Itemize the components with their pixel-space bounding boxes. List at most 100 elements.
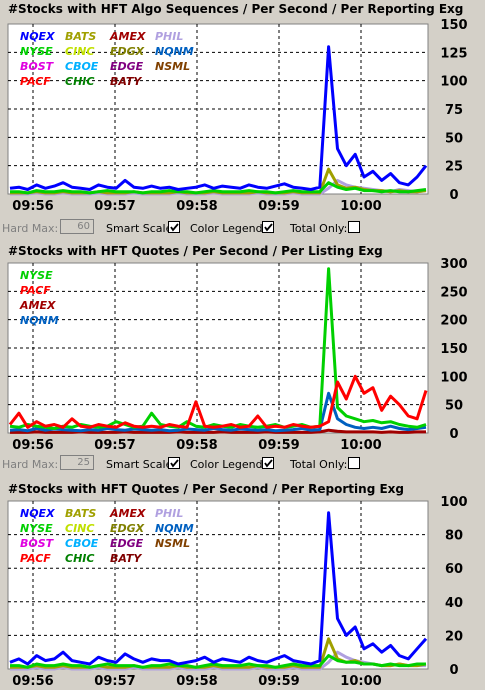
legend-item-nsml: NSML [155,537,190,550]
legend-item-nyse: NYSE [20,269,53,282]
y-tick-label: 300 [440,258,467,272]
y-tick-label: 50 [445,131,463,146]
legend-item-cboe: CBOE [65,60,99,73]
legend-item-bats: BATS [65,30,96,43]
y-tick-label: 0 [449,427,458,442]
y-tick-label: 100 [440,496,467,510]
y-tick-label: 0 [449,188,458,203]
controls-row-1: Hard Max: 60 Smart Scale: Color Legend: … [0,216,485,240]
x-tick-label: 09:59 [258,674,299,689]
legend-item-nyse: NYSE [20,522,53,535]
total-only-label: Total Only: [290,222,348,235]
color-legend-label: Color Legend: [190,222,267,235]
legend-item-nsml: NSML [155,60,190,73]
legend-item-amex: AMEX [19,299,56,312]
y-tick-label: 75 [445,103,463,118]
chart-title: #Stocks with HFT Algo Sequences / Per Se… [8,2,464,16]
x-tick-label: 09:58 [176,199,217,214]
chart-panel-3: #Stocks with HFT Quotes / Per Second / P… [0,480,485,690]
hard-max-input[interactable]: 60 [60,219,94,234]
y-tick-label: 25 [445,160,463,175]
legend-item-bost: BOST [20,60,55,73]
legend-item-bost: BOST [20,537,55,550]
x-tick-label: 09:59 [258,199,299,214]
legend-item-nqnm: NQNM [20,314,59,327]
x-tick-label: 10:00 [340,199,381,214]
smart-scale-label: Smart Scale: [106,222,177,235]
chart-title: #Stocks with HFT Quotes / Per Second / P… [8,244,383,258]
y-tick-label: 40 [445,596,463,611]
legend-item-nqex: NQEX [20,507,55,520]
smart-scale-label: Smart Scale: [106,458,177,471]
x-tick-label: 09:58 [176,674,217,689]
y-tick-label: 100 [440,370,467,385]
x-tick-label: 09:59 [258,438,299,453]
legend-item-edgx: EDGX [110,45,145,58]
y-tick-label: 200 [440,314,467,329]
check-mark-icon [170,459,179,468]
hard-max-label: Hard Max: [2,458,59,471]
legend-item-cinc: CINC [65,522,94,535]
check-mark-icon [264,459,273,468]
legend-item-phil: PHIL [155,30,183,43]
x-tick-label: 09:56 [12,438,53,453]
color-legend-checkbox[interactable] [262,221,274,233]
y-tick-label: 100 [440,75,467,90]
hard-max-label: Hard Max: [2,222,59,235]
smart-scale-checkbox[interactable] [168,221,180,233]
legend-item-chic: CHIC [65,552,94,565]
y-tick-label: 150 [440,18,467,33]
legend-item-pacf: PACF [20,75,51,88]
x-tick-label: 09:56 [12,199,53,214]
x-tick-label: 10:00 [340,438,381,453]
legend-item-nqnm: NQNM [155,45,194,58]
legend-item-nqex: NQEX [20,30,55,43]
legend-item-edge: EDGE [110,60,144,73]
legend-item-baty: BATY [110,552,142,565]
x-tick-label: 09:58 [176,438,217,453]
total-only-label: Total Only: [290,458,348,471]
hard-max-input[interactable]: 25 [60,455,94,470]
legend-item-pacf: PACF [20,284,51,297]
legend-item-nyse: NYSE [20,45,53,58]
controls-row-2: Hard Max: 25 Smart Scale: Color Legend: … [0,452,485,476]
chart-2: 0 50 100 150 200 250 300 09:56 09:57 09:58 09:59 10… [7,258,468,453]
legend-item-edgx: EDGX [110,522,145,535]
y-tick-label: 80 [445,529,463,544]
legend-item-chic: CHIC [65,75,94,88]
y-tick-label: 0 [449,663,458,678]
legend-item-edge: EDGE [110,537,144,550]
legend-item-cboe: CBOE [65,537,99,550]
y-tick-label: 250 [440,285,467,300]
chart-panel-2: #Stocks with HFT Quotes / Per Second / P… [0,242,485,453]
x-tick-label: 09:57 [94,438,135,453]
x-tick-label: 09:56 [12,674,53,689]
legend-item-phil: PHIL [155,507,183,520]
chart-1: 0 25 50 75 100 125 150 09:56 09:57 09:58 09:59 10:0… [7,18,468,214]
check-mark-icon [170,223,179,232]
y-tick-label: 20 [445,629,463,644]
y-tick-label: 60 [445,562,463,577]
x-tick-label: 10:00 [340,674,381,689]
color-legend-label: Color Legend: [190,458,267,471]
y-tick-label: 50 [445,399,463,414]
x-tick-label: 09:57 [94,199,135,214]
legend-item-cinc: CINC [65,45,94,58]
color-legend-checkbox[interactable] [262,457,274,469]
chart-panel-1: #Stocks with HFT Algo Sequences / Per Se… [0,0,485,216]
y-tick-label: 125 [440,46,467,61]
total-only-checkbox[interactable] [348,457,360,469]
smart-scale-checkbox[interactable] [168,457,180,469]
chart-3: 0 20 40 60 80 100 09:56 09:57 09:58 09:59 10:00 NQE… [7,496,468,689]
chart-title: #Stocks with HFT Quotes / Per Second / P… [8,482,404,496]
total-only-checkbox[interactable] [348,221,360,233]
check-mark-icon [264,223,273,232]
legend-item-baty: BATY [110,75,142,88]
legend-item-amex: AMEX [109,507,146,520]
x-tick-label: 09:57 [94,674,135,689]
legend-item-nqnm: NQNM [155,522,194,535]
legend-item-pacf: PACF [20,552,51,565]
legend-item-bats: BATS [65,507,96,520]
y-tick-label: 150 [440,342,467,357]
legend-item-amex: AMEX [109,30,146,43]
